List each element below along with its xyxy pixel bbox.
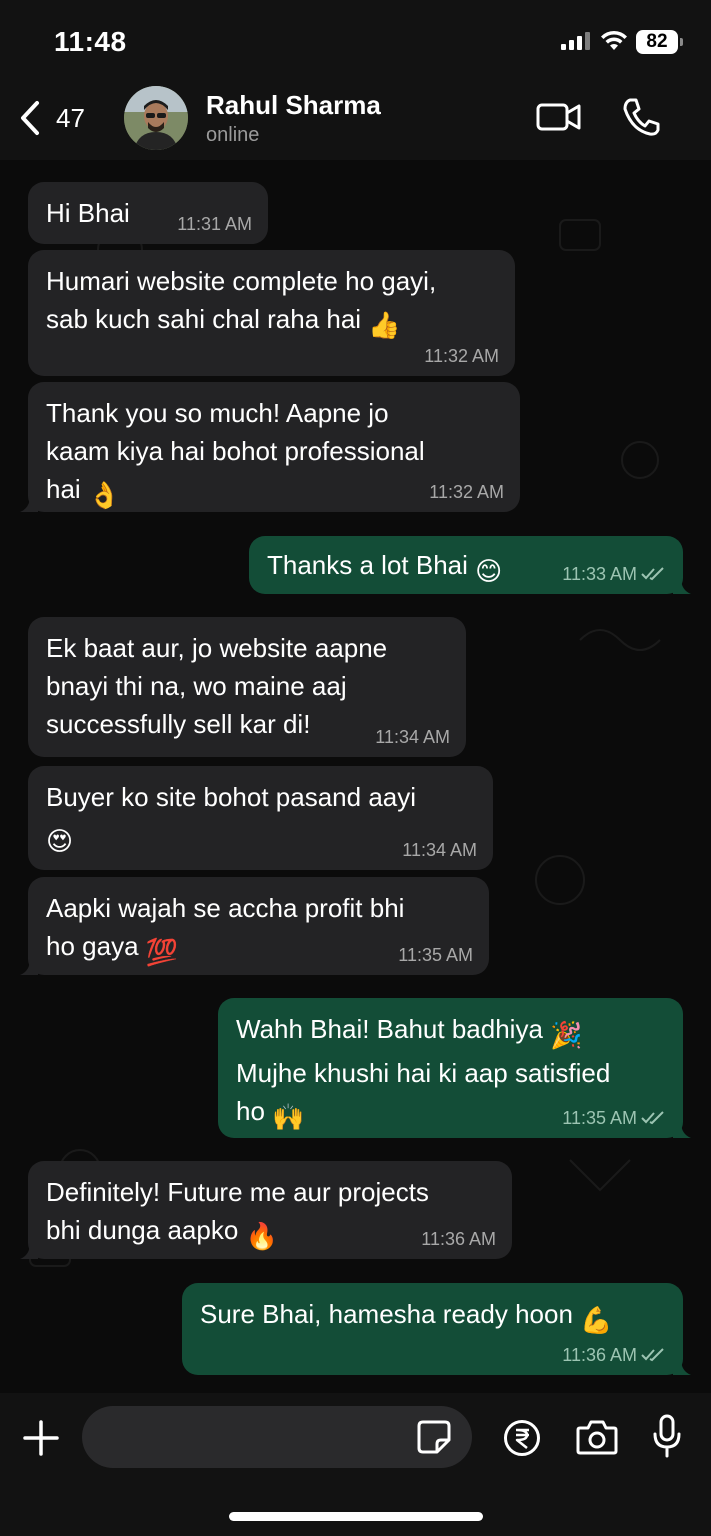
message-time: 11:31 AM xyxy=(177,214,252,234)
contact-status: online xyxy=(206,124,260,146)
plus-icon[interactable] xyxy=(22,1419,60,1457)
bubble-tail xyxy=(20,959,38,975)
back-button[interactable]: 47 xyxy=(18,98,98,138)
avatar[interactable] xyxy=(124,86,188,150)
read-receipt-icon xyxy=(641,1111,664,1125)
camera-icon[interactable] xyxy=(576,1419,618,1455)
top-bar xyxy=(0,0,711,160)
cellular-signal-icon xyxy=(561,32,590,50)
heart-eyes-emoji: 😍 xyxy=(46,826,74,856)
message-time: 11:35 AM xyxy=(562,1108,667,1128)
read-receipt-icon xyxy=(641,567,664,581)
chat-area[interactable]: Hi Bhai 11:31 AM Humari website complete… xyxy=(0,160,711,1393)
bubble-tail xyxy=(673,1122,691,1138)
party-popper-emoji: 🎉 xyxy=(550,1020,583,1050)
message-time: 11:35 AM xyxy=(398,945,473,965)
bubble-tail xyxy=(673,1359,691,1375)
message-outgoing[interactable]: Sure Bhai, hamesha ready hoon 💪 11:36 AM xyxy=(182,1283,691,1375)
avatar-image xyxy=(124,86,188,150)
message-incoming[interactable]: Definitely! Future me aur projects bhi du… xyxy=(20,1161,512,1259)
message-time: 11:32 AM xyxy=(429,482,504,502)
home-indicator[interactable] xyxy=(229,1512,483,1521)
message-time: 11:36 AM xyxy=(421,1229,496,1249)
wifi-icon xyxy=(601,30,627,50)
message-outgoing[interactable]: Wahh Bhai! Bahut badhiya 🎉 Mujhe khushi h… xyxy=(218,998,691,1138)
contact-name[interactable]: Rahul Sharma xyxy=(206,90,381,121)
flexed-biceps-emoji: 💪 xyxy=(580,1305,613,1335)
message-incoming[interactable]: Hi Bhai 11:31 AM xyxy=(28,182,268,244)
status-time: 11:48 xyxy=(54,26,127,57)
smiling-emoji: 😊 xyxy=(475,556,503,586)
sticker-icon[interactable] xyxy=(417,1420,451,1454)
message-text: Humari website complete ho gayi, sab kuch… xyxy=(46,262,497,344)
microphone-icon[interactable] xyxy=(652,1414,682,1458)
message-incoming[interactable]: Buyer ko site bohot pasand aayi 😍 11:34 A… xyxy=(28,766,493,870)
bubble-tail xyxy=(20,1243,38,1259)
bubble-tail xyxy=(20,496,38,512)
message-incoming[interactable]: Humari website complete ho gayi, sab kuch… xyxy=(28,250,515,376)
message-time: 11:33 AM xyxy=(562,564,667,584)
read-receipt-icon xyxy=(641,1348,664,1362)
phone-icon[interactable] xyxy=(622,97,660,137)
thumbs-up-emoji: 👍 xyxy=(368,310,401,340)
message-incoming[interactable]: Thank you so much! Aapne jo kaam kiya hai… xyxy=(20,382,520,512)
fire-emoji: 🔥 xyxy=(245,1221,278,1251)
ok-hand-emoji: 👌 xyxy=(87,480,121,510)
raising-hands-emoji: 🙌 xyxy=(272,1102,305,1132)
message-time: 11:34 AM xyxy=(375,727,450,747)
chevron-left-icon xyxy=(21,101,39,135)
bubble-tail xyxy=(673,578,691,594)
message-outgoing[interactable]: Thanks a lot Bhai 😊 11:33 AM xyxy=(249,536,691,594)
battery-indicator: 82 xyxy=(636,30,683,54)
message-input[interactable] xyxy=(82,1406,472,1468)
message-incoming[interactable]: Ek baat aur, jo website aapne bnayi thi n… xyxy=(28,617,466,757)
message-time: 11:34 AM xyxy=(402,840,477,860)
unread-count: 47 xyxy=(56,102,85,133)
video-camera-icon[interactable] xyxy=(536,100,582,134)
message-text: Ek baat aur, jo website aapne bnayi thi n… xyxy=(46,633,388,739)
message-time: 11:36 AM xyxy=(562,1345,667,1365)
hundred-points-emoji: 💯 xyxy=(145,937,179,967)
message-incoming[interactable]: Aapki wajah se accha profit bhi ho gaya 💯… xyxy=(20,877,489,975)
message-time: 11:32 AM xyxy=(424,346,499,366)
message-text: Sure Bhai, hamesha ready hoon 💪 xyxy=(200,1295,665,1339)
rupee-icon[interactable] xyxy=(503,1419,541,1457)
